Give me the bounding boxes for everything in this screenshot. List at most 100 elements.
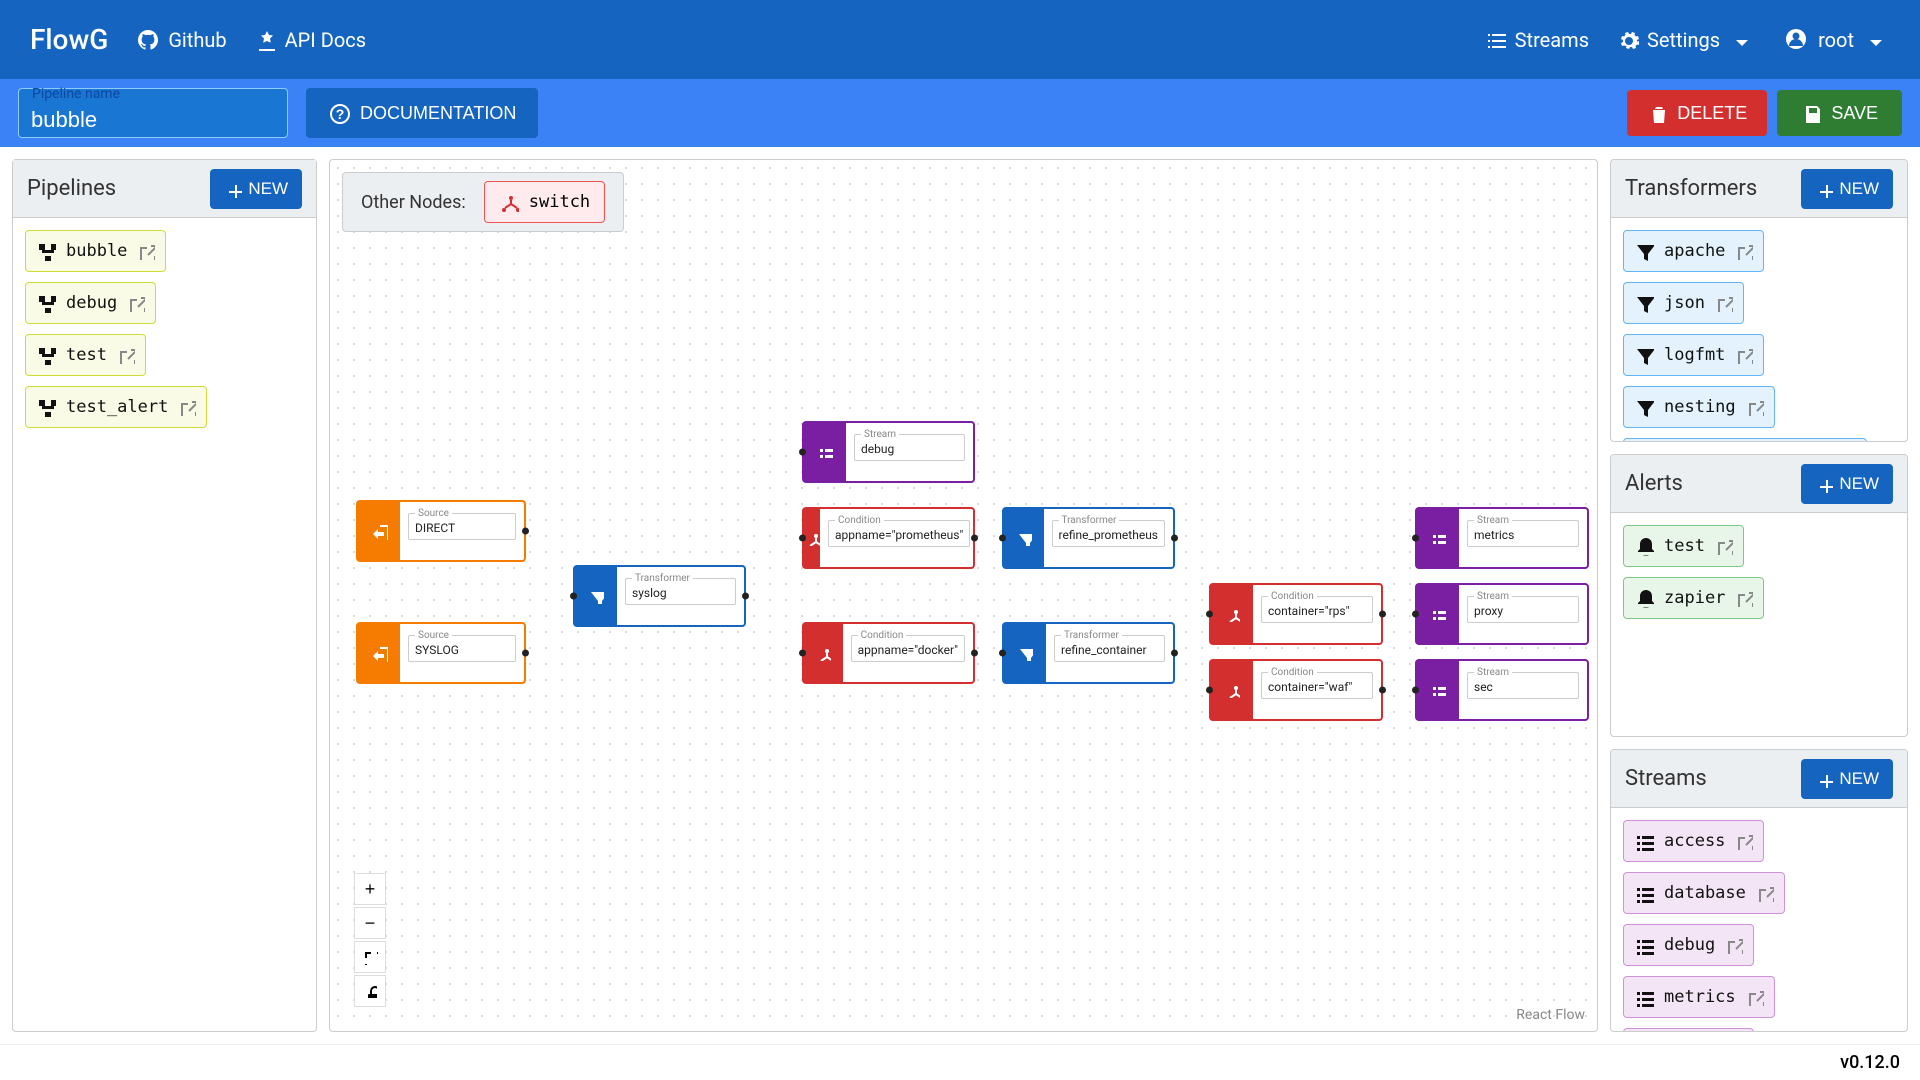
pipelines-panel: Pipelines NEW bubbledebugtesttest_alert <box>12 159 317 1032</box>
lock-button[interactable] <box>354 975 386 1007</box>
node-condition-rps[interactable]: Conditioncontainer="rps" <box>1209 583 1383 645</box>
stream-chip-metrics[interactable]: metrics <box>1623 976 1775 1018</box>
open-icon[interactable] <box>117 346 135 364</box>
alert-chip-zapier[interactable]: zapier <box>1623 577 1764 619</box>
nav-github[interactable]: Github <box>136 28 226 52</box>
handle[interactable] <box>522 650 529 657</box>
node-value: SYSLOG <box>415 643 509 657</box>
node-source-direct[interactable]: SourceDIRECT <box>356 500 526 562</box>
node-transformer-refine-prometheus[interactable]: Transformerrefine_prometheus <box>1002 507 1175 569</box>
node-stream-debug[interactable]: Streamdebug <box>802 421 975 483</box>
transformer-chip-refine_container[interactable]: refine_container <box>1623 438 1867 441</box>
handle[interactable] <box>1171 535 1178 542</box>
handle[interactable] <box>799 449 806 456</box>
open-icon[interactable] <box>1735 242 1753 260</box>
fit-view-button[interactable] <box>354 941 386 973</box>
transformer-chip-nesting[interactable]: nesting <box>1623 386 1775 428</box>
open-icon[interactable] <box>178 398 196 416</box>
handle[interactable] <box>999 650 1006 657</box>
pipe-icon <box>36 345 56 365</box>
zoom-in-button[interactable]: + <box>354 873 386 905</box>
nav-api-docs[interactable]: API Docs <box>255 28 366 52</box>
github-icon <box>136 28 160 52</box>
new-alert-button[interactable]: NEW <box>1801 464 1893 504</box>
flow-canvas[interactable]: Other Nodes: switch SourceDIRECT <box>329 159 1598 1032</box>
new-stream-button[interactable]: NEW <box>1801 759 1893 799</box>
handle[interactable] <box>1171 650 1178 657</box>
node-stream-metrics[interactable]: Streammetrics <box>1415 507 1589 569</box>
handle[interactable] <box>1379 611 1386 618</box>
handle[interactable] <box>742 593 749 600</box>
alert-chip-test[interactable]: test <box>1623 525 1744 567</box>
pipeline-chip-test[interactable]: test <box>25 334 146 376</box>
handle[interactable] <box>522 528 529 535</box>
open-icon[interactable] <box>1735 832 1753 850</box>
node-legend: Stream <box>861 429 899 440</box>
node-source-syslog[interactable]: SourceSYSLOG <box>356 622 526 684</box>
nav-user[interactable]: root <box>1784 27 1890 53</box>
new-pipeline-button[interactable]: NEW <box>210 169 302 209</box>
transformer-chip-logfmt[interactable]: logfmt <box>1623 334 1764 376</box>
handle[interactable] <box>1412 535 1419 542</box>
node-stream-proxy[interactable]: Streamproxy <box>1415 583 1589 645</box>
switch-label: switch <box>529 192 590 212</box>
transformers-title: Transformers <box>1625 176 1801 201</box>
handle[interactable] <box>1379 687 1386 694</box>
handle[interactable] <box>1412 611 1419 618</box>
pipeline-chip-bubble[interactable]: bubble <box>25 230 166 272</box>
save-icon <box>1801 103 1821 123</box>
stream-chip-proxy[interactable]: proxy <box>1623 1028 1754 1031</box>
node-condition-waf[interactable]: Conditioncontainer="waf" <box>1209 659 1383 721</box>
node-stream-sec[interactable]: Streamsec <box>1415 659 1589 721</box>
node-transformer-syslog[interactable]: Transformersyslog <box>573 565 746 627</box>
open-icon[interactable] <box>137 242 155 260</box>
node-condition-docker[interactable]: Conditionappname="docker" <box>802 622 975 684</box>
brand[interactable]: FlowG <box>30 23 108 56</box>
node-condition-prometheus[interactable]: Conditionappname="prometheus" <box>802 507 975 569</box>
nav-settings[interactable]: Settings <box>1617 28 1756 52</box>
open-icon[interactable] <box>1756 884 1774 902</box>
version-label: v0.12.0 <box>1840 1052 1900 1073</box>
open-icon[interactable] <box>127 294 145 312</box>
pipeline-chip-test_alert[interactable]: test_alert <box>25 386 207 428</box>
nav-streams[interactable]: Streams <box>1485 28 1589 52</box>
handle[interactable] <box>570 593 577 600</box>
chip-label: test <box>1664 536 1705 556</box>
stream-chip-debug[interactable]: debug <box>1623 924 1754 966</box>
open-icon[interactable] <box>1725 936 1743 954</box>
transformer-chip-json[interactable]: json <box>1623 282 1744 324</box>
open-icon[interactable] <box>1746 988 1764 1006</box>
handle[interactable] <box>971 535 978 542</box>
documentation-label: DOCUMENTATION <box>360 103 516 124</box>
chip-label: debug <box>66 293 117 313</box>
documentation-button[interactable]: DOCUMENTATION <box>306 88 538 138</box>
node-value: DIRECT <box>415 521 509 535</box>
open-icon[interactable] <box>1746 398 1764 416</box>
save-button[interactable]: SAVE <box>1777 90 1902 136</box>
transformer-chip-apache[interactable]: apache <box>1623 230 1764 272</box>
pipeline-chip-debug[interactable]: debug <box>25 282 156 324</box>
node-legend: Transformer <box>1059 515 1120 526</box>
main: Pipelines NEW bubbledebugtesttest_alert … <box>0 147 1920 1044</box>
switch-node-chip[interactable]: switch <box>484 181 605 223</box>
zoom-out-button[interactable]: − <box>354 907 386 939</box>
stream-chip-access[interactable]: access <box>1623 820 1764 862</box>
handle[interactable] <box>1412 687 1419 694</box>
delete-button[interactable]: DELETE <box>1627 90 1767 136</box>
open-icon[interactable] <box>1735 346 1753 364</box>
open-icon[interactable] <box>1715 294 1733 312</box>
new-transformer-button[interactable]: NEW <box>1801 169 1893 209</box>
footer: v0.12.0 <box>0 1044 1920 1080</box>
open-icon[interactable] <box>1735 589 1753 607</box>
handle[interactable] <box>1206 611 1213 618</box>
handle[interactable] <box>799 535 806 542</box>
user-icon <box>1784 27 1810 53</box>
handle[interactable] <box>1206 687 1213 694</box>
open-icon[interactable] <box>1715 537 1733 555</box>
filter-icon <box>1016 530 1032 546</box>
stream-chip-database[interactable]: database <box>1623 872 1785 914</box>
node-transformer-refine-container[interactable]: Transformerrefine_container <box>1002 622 1175 684</box>
handle[interactable] <box>971 650 978 657</box>
handle[interactable] <box>799 650 806 657</box>
handle[interactable] <box>999 535 1006 542</box>
